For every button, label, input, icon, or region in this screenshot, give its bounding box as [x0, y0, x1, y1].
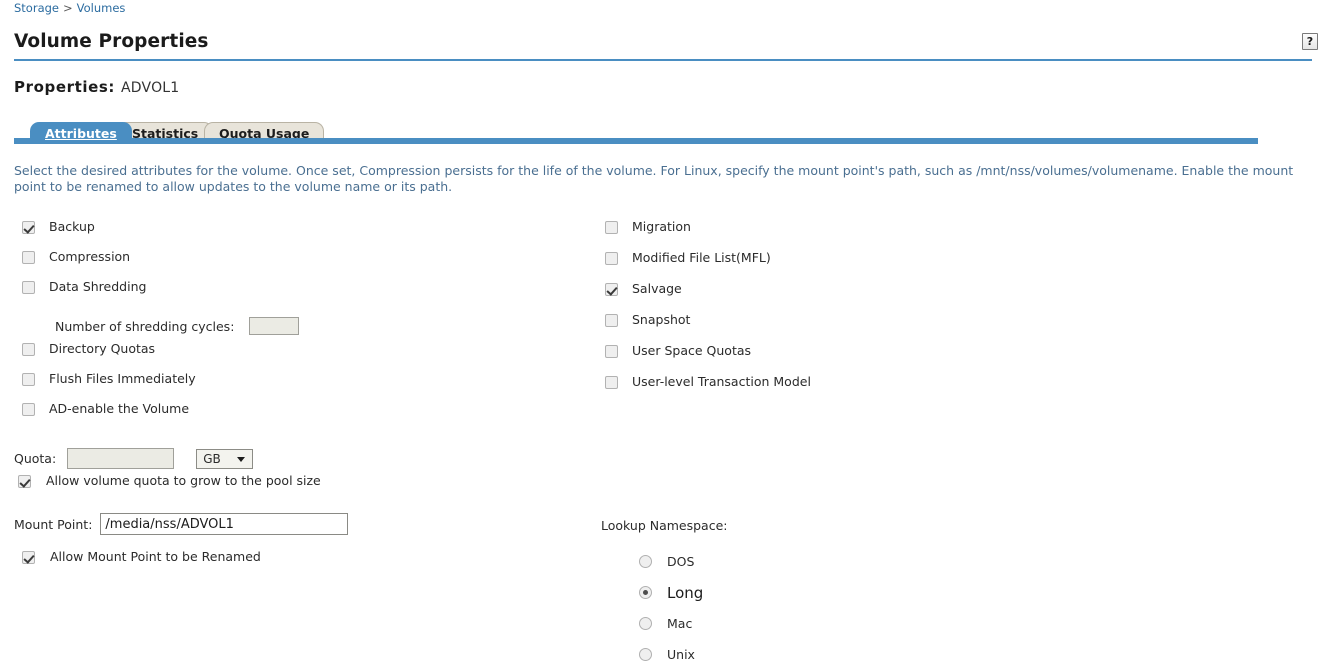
- checkbox-label-migration[interactable]: Migration: [632, 220, 691, 234]
- checkbox-row-backup[interactable]: Backup: [22, 220, 582, 250]
- radio-label-dos[interactable]: DOS: [667, 554, 694, 569]
- checkbox-compression[interactable]: [22, 251, 35, 264]
- checkbox-label-allow-quota-grow[interactable]: Allow volume quota to grow to the pool s…: [46, 474, 321, 488]
- radio-row-long[interactable]: Long: [601, 577, 727, 608]
- title-divider: [14, 59, 1312, 61]
- checkbox-label-data-shredding[interactable]: Data Shredding: [49, 280, 146, 294]
- checkbox-snapshot[interactable]: [605, 314, 618, 327]
- instructions-text: Select the desired attributes for the vo…: [14, 163, 1294, 194]
- checkbox-label-backup[interactable]: Backup: [49, 220, 95, 234]
- checkbox-row-modified-file-list[interactable]: Modified File List(MFL): [605, 251, 1165, 282]
- radio-label-unix[interactable]: Unix: [667, 647, 695, 662]
- properties-value: ADVOL1: [121, 80, 180, 96]
- quota-unit-value: GB: [203, 451, 221, 466]
- lookup-namespace-title: Lookup Namespace:: [601, 518, 728, 533]
- mount-point-row: Mount Point:: [14, 513, 349, 535]
- tab-underline-bar: [14, 138, 1258, 144]
- checkbox-row-migration[interactable]: Migration: [605, 220, 1165, 251]
- checkbox-label-allow-mount-point-rename[interactable]: Allow Mount Point to be Renamed: [50, 550, 261, 564]
- checkbox-allow-mount-point-rename[interactable]: [22, 551, 35, 564]
- radio-unix[interactable]: [639, 648, 652, 661]
- radio-row-unix[interactable]: Unix: [601, 639, 727, 670]
- checkbox-label-compression[interactable]: Compression: [49, 250, 130, 264]
- checkbox-row-allow-quota-grow[interactable]: Allow volume quota to grow to the pool s…: [18, 474, 321, 488]
- checkbox-label-snapshot[interactable]: Snapshot: [632, 313, 690, 327]
- checkbox-modified-file-list[interactable]: [605, 252, 618, 265]
- radio-dos[interactable]: [639, 555, 652, 568]
- checkbox-row-allow-mount-point-rename[interactable]: Allow Mount Point to be Renamed: [22, 550, 261, 564]
- checkbox-label-ad-enable-the-volume[interactable]: AD-enable the Volume: [49, 402, 189, 416]
- breadcrumb-separator: >: [63, 1, 73, 15]
- shredding-cycles-row: Number of shredding cycles:: [22, 310, 582, 342]
- quota-unit-select[interactable]: GB: [196, 448, 254, 469]
- quota-row: Quota: GB: [14, 448, 254, 469]
- checkbox-row-salvage[interactable]: Salvage: [605, 282, 1165, 313]
- checkbox-row-compression[interactable]: Compression: [22, 250, 582, 280]
- radio-long[interactable]: [639, 586, 652, 599]
- radio-row-dos[interactable]: DOS: [601, 546, 727, 577]
- checkbox-data-shredding[interactable]: [22, 281, 35, 294]
- quota-input[interactable]: [67, 448, 175, 469]
- radio-row-mac[interactable]: Mac: [601, 608, 727, 639]
- checkbox-flush-files-immediately[interactable]: [22, 373, 35, 386]
- checkbox-label-user-level-transaction-model[interactable]: User-level Transaction Model: [632, 375, 811, 389]
- properties-label: Properties:: [14, 78, 116, 96]
- chevron-down-icon: [237, 456, 246, 462]
- tab-attributes[interactable]: Attributes: [30, 122, 132, 144]
- checkbox-migration[interactable]: [605, 221, 618, 234]
- checkbox-ad-enable-the-volume[interactable]: [22, 403, 35, 416]
- properties-line: Properties: ADVOL1: [14, 78, 179, 96]
- checkbox-directory-quotas[interactable]: [22, 343, 35, 356]
- checkbox-salvage[interactable]: [605, 283, 618, 296]
- radio-mac[interactable]: [639, 617, 652, 630]
- attributes-left-column: Backup Compression Data Shredding Number…: [22, 220, 582, 432]
- shredding-cycles-label: Number of shredding cycles:: [55, 318, 235, 334]
- checkbox-user-level-transaction-model[interactable]: [605, 376, 618, 389]
- breadcrumb-item-volumes[interactable]: Volumes: [77, 1, 126, 15]
- radio-label-long[interactable]: Long: [667, 584, 703, 602]
- shredding-cycles-input[interactable]: [249, 317, 300, 335]
- mount-point-label: Mount Point:: [14, 516, 93, 532]
- checkbox-label-flush-files-immediately[interactable]: Flush Files Immediately: [49, 372, 196, 386]
- radio-label-mac[interactable]: Mac: [667, 616, 692, 631]
- checkbox-label-salvage[interactable]: Salvage: [632, 282, 682, 296]
- checkbox-label-modified-file-list[interactable]: Modified File List(MFL): [632, 251, 771, 265]
- mount-point-input[interactable]: [100, 513, 349, 535]
- checkbox-label-user-space-quotas[interactable]: User Space Quotas: [632, 344, 751, 358]
- breadcrumb-item-storage[interactable]: Storage: [14, 1, 59, 15]
- attributes-right-column: Migration Modified File List(MFL) Salvag…: [605, 220, 1165, 406]
- page-title: Volume Properties: [14, 31, 209, 52]
- checkbox-row-user-space-quotas[interactable]: User Space Quotas: [605, 344, 1165, 375]
- checkbox-row-directory-quotas[interactable]: Directory Quotas: [22, 342, 582, 372]
- checkbox-backup[interactable]: [22, 221, 35, 234]
- checkbox-row-snapshot[interactable]: Snapshot: [605, 313, 1165, 344]
- checkbox-label-directory-quotas[interactable]: Directory Quotas: [49, 342, 155, 356]
- tab-attributes-label: Attributes: [45, 126, 117, 141]
- checkbox-row-user-level-transaction-model[interactable]: User-level Transaction Model: [605, 375, 1165, 406]
- breadcrumb: Storage > Volumes: [14, 1, 125, 15]
- quota-label: Quota:: [14, 451, 57, 466]
- lookup-namespace-group: Lookup Namespace: DOS Long Mac Unix: [601, 518, 727, 670]
- checkbox-allow-quota-grow[interactable]: [18, 475, 31, 488]
- checkbox-row-flush-files-immediately[interactable]: Flush Files Immediately: [22, 372, 582, 402]
- checkbox-row-ad-enable-the-volume[interactable]: AD-enable the Volume: [22, 402, 582, 432]
- help-icon[interactable]: ?: [1302, 33, 1318, 50]
- checkbox-user-space-quotas[interactable]: [605, 345, 618, 358]
- checkbox-row-data-shredding[interactable]: Data Shredding: [22, 280, 582, 310]
